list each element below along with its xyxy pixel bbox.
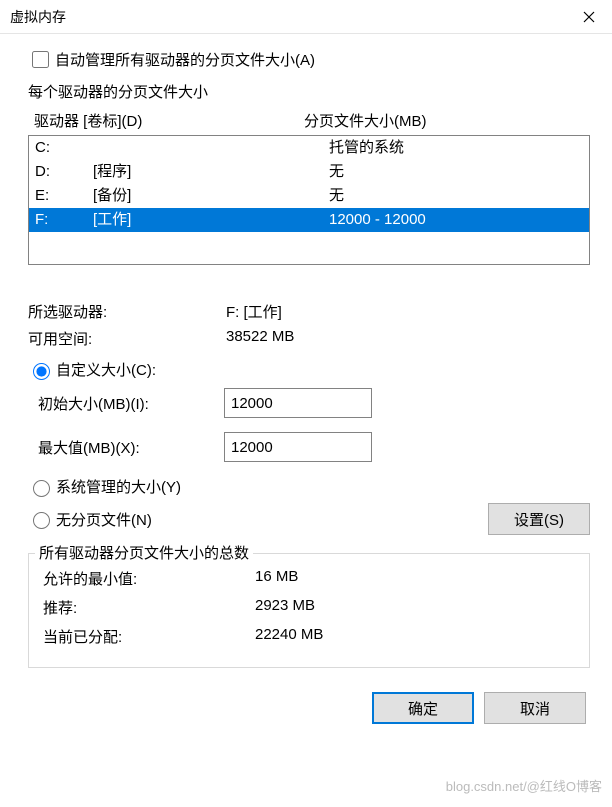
- drive-letter: F:: [35, 209, 93, 231]
- radio-none-input[interactable]: [33, 512, 50, 529]
- dialog-content: 自动管理所有驱动器的分页文件大小(A) 每个驱动器的分页文件大小 驱动器 [卷标…: [0, 34, 612, 734]
- selected-drive-value: F: [工作]: [226, 301, 590, 322]
- drive-section-label: 每个驱动器的分页文件大小: [28, 81, 590, 102]
- ok-button[interactable]: 确定: [372, 692, 474, 724]
- drive-letter: D:: [35, 161, 93, 183]
- min-allowed-value: 16 MB: [255, 568, 579, 589]
- initial-size-input[interactable]: [224, 388, 372, 418]
- window-title: 虚拟内存: [10, 7, 66, 27]
- available-space-value: 38522 MB: [226, 328, 590, 349]
- max-size-input[interactable]: [224, 432, 372, 462]
- initial-size-label: 初始大小(MB)(I):: [28, 393, 224, 414]
- drive-label: [工作]: [93, 209, 329, 231]
- radio-custom-size[interactable]: 自定义大小(C):: [28, 359, 590, 380]
- dialog-buttons: 确定 取消: [28, 692, 590, 724]
- watermark: blog.csdn.net/@红线O博客: [446, 776, 602, 795]
- max-size-label: 最大值(MB)(X):: [28, 437, 224, 458]
- radio-system-managed[interactable]: 系统管理的大小(Y): [28, 476, 590, 497]
- drive-label: [程序]: [93, 161, 329, 183]
- radio-system-label: 系统管理的大小(Y): [56, 476, 181, 497]
- drive-letter: E:: [35, 185, 93, 207]
- radio-custom-input[interactable]: [33, 363, 50, 380]
- auto-manage-input[interactable]: [32, 51, 49, 68]
- header-size: 分页文件大小(MB): [304, 110, 584, 131]
- drive-row[interactable]: F:[工作]12000 - 12000: [29, 208, 589, 232]
- auto-manage-checkbox[interactable]: 自动管理所有驱动器的分页文件大小(A): [28, 48, 590, 71]
- titlebar: 虚拟内存: [0, 0, 612, 34]
- drive-size: 12000 - 12000: [329, 209, 583, 231]
- current-allocated-value: 22240 MB: [255, 626, 579, 647]
- radio-system-input[interactable]: [33, 480, 50, 497]
- set-button[interactable]: 设置(S): [488, 503, 590, 535]
- drive-size: 无: [329, 185, 583, 207]
- totals-groupbox: 所有驱动器分页文件大小的总数 允许的最小值: 16 MB 推荐: 2923 MB…: [28, 553, 590, 668]
- radio-no-paging[interactable]: 无分页文件(N): [28, 509, 152, 530]
- recommended-value: 2923 MB: [255, 597, 579, 618]
- max-size-field: 最大值(MB)(X):: [28, 432, 590, 462]
- totals-title: 所有驱动器分页文件大小的总数: [35, 542, 253, 563]
- drive-list-header: 驱动器 [卷标](D) 分页文件大小(MB): [28, 108, 590, 135]
- close-icon[interactable]: [566, 0, 612, 34]
- drive-row[interactable]: D:[程序]无: [29, 160, 589, 184]
- drive-letter: C:: [35, 137, 93, 159]
- radio-custom-label: 自定义大小(C):: [56, 359, 156, 380]
- selected-drive-label: 所选驱动器:: [28, 301, 226, 322]
- recommended-label: 推荐:: [39, 597, 255, 618]
- drive-size: 托管的系统: [329, 137, 583, 159]
- available-space-label: 可用空间:: [28, 328, 226, 349]
- drive-list[interactable]: C:托管的系统D:[程序]无E:[备份]无F:[工作]12000 - 12000: [28, 135, 590, 265]
- drive-row[interactable]: C: 托管的系统: [29, 136, 589, 160]
- drive-size: 无: [329, 161, 583, 183]
- drive-label: [备份]: [93, 185, 329, 207]
- initial-size-field: 初始大小(MB)(I):: [28, 388, 590, 418]
- drive-label: [93, 137, 329, 159]
- auto-manage-label: 自动管理所有驱动器的分页文件大小(A): [55, 49, 315, 70]
- cancel-button[interactable]: 取消: [484, 692, 586, 724]
- header-drive: 驱动器 [卷标](D): [34, 110, 304, 131]
- drive-row[interactable]: E:[备份]无: [29, 184, 589, 208]
- radio-none-label: 无分页文件(N): [56, 509, 152, 530]
- min-allowed-label: 允许的最小值:: [39, 568, 255, 589]
- current-allocated-label: 当前已分配:: [39, 626, 255, 647]
- selected-drive-info: 所选驱动器: F: [工作] 可用空间: 38522 MB: [28, 301, 590, 349]
